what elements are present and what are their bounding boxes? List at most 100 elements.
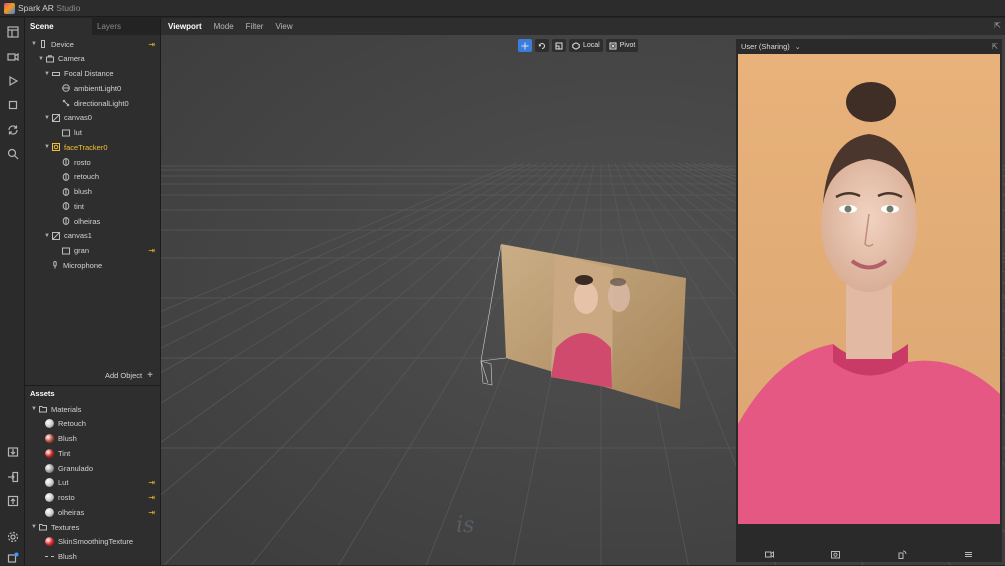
asset-item-label: Blush	[58, 552, 77, 561]
settings-icon[interactable]	[4, 528, 21, 545]
record-video-icon[interactable]	[764, 550, 774, 559]
menu-icon[interactable]	[964, 550, 973, 559]
asset-item-rosto[interactable]: rosto ⇥	[25, 491, 161, 505]
asset-item-textures[interactable]: ▼ Textures	[25, 520, 161, 534]
scene-item-gran[interactable]: gran ⇥	[25, 244, 161, 258]
scene-item-label: directionalLight0	[74, 98, 129, 108]
add-object-button[interactable]: Add Object +	[105, 370, 153, 381]
expand-arrow-icon[interactable]: ▼	[37, 56, 45, 62]
asset-item-label: Granulado	[58, 463, 94, 473]
rect-icon	[61, 128, 70, 137]
tab-scene[interactable]: Scene	[25, 18, 92, 35]
move-tool-button[interactable]	[518, 39, 532, 52]
search-icon[interactable]	[4, 145, 21, 162]
expand-arrow-icon[interactable]: ▼	[43, 233, 51, 239]
face	[821, 156, 917, 292]
asset-item-granulado[interactable]: Granulado	[25, 461, 161, 475]
scene-item-canvas0[interactable]: ▼ canvas0	[25, 111, 161, 125]
asset-item-blush[interactable]: Blush	[25, 432, 161, 446]
video-icon[interactable]	[4, 48, 21, 65]
light-icon	[61, 84, 70, 93]
expand-arrow-icon[interactable]: ▼	[43, 71, 51, 77]
expand-arrow-icon[interactable]: ▼	[43, 115, 51, 121]
move-icon	[521, 42, 529, 49]
expand-arrow-icon[interactable]: ▼	[43, 144, 51, 150]
scene-item-label: lut	[74, 128, 82, 137]
asset-item-label: Lut	[58, 478, 69, 488]
scene-item-canvas1[interactable]: ▼ canvas1	[25, 229, 161, 243]
notifications-icon[interactable]	[4, 549, 21, 566]
face-mesh-icon	[61, 202, 70, 211]
popout-icon[interactable]: ⇱	[992, 42, 998, 51]
pin-icon[interactable]: ⇥	[148, 493, 155, 502]
scene-item-olheiras[interactable]: olheiras	[25, 214, 161, 228]
scene-item-label: Focal Distance	[64, 69, 114, 78]
face-in-plane	[574, 282, 598, 314]
asset-item-retouch[interactable]: Retouch	[25, 417, 161, 431]
expand-arrow-icon[interactable]: ▼	[30, 406, 38, 412]
asset-item-label: Materials	[51, 404, 82, 414]
scene-item-microphone[interactable]: Microphone	[25, 258, 161, 272]
material-icon	[45, 434, 54, 443]
scene-item-device[interactable]: ▼ Device ⇥	[25, 37, 161, 51]
spark-ar-logo-icon	[4, 2, 15, 14]
simulator-panel: User (Sharing) ⌄ ⇱	[736, 39, 1002, 562]
menu-filter[interactable]: Filter	[246, 22, 264, 31]
material-icon	[45, 448, 54, 458]
expand-icon[interactable]: ⇱	[994, 21, 1001, 30]
pivot-toggle[interactable]: Pivot	[605, 39, 639, 52]
asset-item-tint[interactable]: Tint	[25, 446, 161, 460]
chevron-down-icon[interactable]: ⌄	[795, 43, 801, 51]
tab-layers[interactable]: Layers	[92, 18, 159, 35]
menu-viewport[interactable]: Viewport	[168, 22, 202, 31]
pin-icon[interactable]: ⇥	[148, 40, 155, 49]
transform-toolbar: Local Pivot	[518, 39, 639, 52]
menu-view[interactable]: View	[275, 22, 292, 31]
face-mesh-icon	[61, 217, 70, 226]
play-icon[interactable]	[4, 72, 21, 89]
rotate-tool-button[interactable]	[535, 39, 549, 52]
watermark: is	[456, 513, 475, 538]
device-select[interactable]: User (Sharing)	[741, 42, 790, 51]
asset-item-lut[interactable]: Lut ⇥	[25, 476, 161, 490]
menu-mode[interactable]: Mode	[214, 22, 234, 31]
title-bar: Spark AR Studio	[0, 0, 1005, 17]
scene-item-camera[interactable]: ▼ Camera	[25, 52, 161, 66]
layout-icon[interactable]	[4, 23, 21, 40]
pin-icon[interactable]: ⇥	[148, 246, 155, 255]
scale-icon	[555, 42, 563, 49]
scene-item-facetracker0[interactable]: ▼ faceTracker0	[25, 140, 161, 154]
refresh-icon[interactable]	[4, 121, 21, 138]
pin-icon[interactable]: ⇥	[148, 478, 155, 487]
scene-item-blush[interactable]: blush	[25, 185, 161, 199]
local-toggle[interactable]: Local	[569, 39, 603, 52]
scene-item-rosto[interactable]: rosto	[25, 155, 161, 169]
scene-item-directionallight0[interactable]: directionalLight0	[25, 96, 161, 110]
import-icon[interactable]	[4, 443, 21, 460]
expand-arrow-icon[interactable]: ▼	[30, 524, 38, 530]
scene-item-label: olheiras	[74, 216, 101, 226]
scene-item-lut[interactable]: lut	[25, 126, 161, 140]
pin-icon[interactable]: ⇥	[148, 508, 155, 517]
asset-item-skinsmoothingtexture[interactable]: SkinSmoothingTexture	[25, 535, 161, 549]
left-toolbar	[0, 18, 25, 565]
asset-item-blush[interactable]: Blush	[25, 550, 161, 564]
texture-icon	[45, 555, 54, 558]
scene-item-label: tint	[74, 201, 85, 211]
rect-icon	[61, 246, 70, 255]
asset-item-materials[interactable]: ▼ Materials	[25, 402, 161, 416]
scene-item-focal-distance[interactable]: ▼ Focal Distance	[25, 67, 161, 81]
asset-item-olheiras[interactable]: olheiras ⇥	[25, 505, 161, 519]
scene-item-ambientlight0[interactable]: ambientLight0	[25, 81, 161, 95]
stop-icon[interactable]	[4, 96, 21, 113]
viewport[interactable]: Viewport Mode Filter View ⇱ Local Pivot …	[161, 18, 1005, 565]
upload-icon[interactable]	[4, 492, 21, 509]
send-to-device-icon[interactable]	[4, 468, 21, 485]
rotate-device-icon[interactable]	[898, 550, 907, 559]
scene-item-tint[interactable]: tint	[25, 199, 161, 213]
scene-item-label: Device	[51, 39, 74, 49]
scale-tool-button[interactable]	[552, 39, 566, 52]
screenshot-icon[interactable]	[831, 550, 841, 559]
scene-item-retouch[interactable]: retouch	[25, 170, 161, 184]
expand-arrow-icon[interactable]: ▼	[30, 41, 38, 47]
